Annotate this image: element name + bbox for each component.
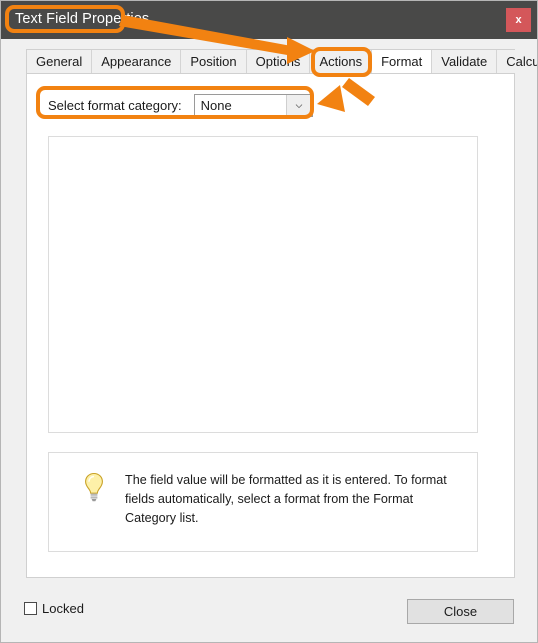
close-icon: x bbox=[515, 14, 522, 26]
format-info-text: The field value will be formatted as it … bbox=[125, 473, 447, 525]
tab-calculate[interactable]: Calculate bbox=[497, 50, 537, 73]
tab-actions[interactable]: Actions bbox=[310, 50, 373, 73]
select-format-category-row: Select format category: None bbox=[48, 94, 313, 117]
lightbulb-icon bbox=[85, 472, 103, 502]
close-button[interactable]: Close bbox=[407, 599, 514, 624]
format-category-value: None bbox=[200, 98, 232, 113]
format-options-panel bbox=[48, 136, 478, 433]
format-tab-panel: Select format category: None The field v… bbox=[26, 73, 515, 578]
chevron-down-icon bbox=[285, 95, 312, 116]
locked-checkbox[interactable] bbox=[24, 602, 37, 615]
title-bar: Text Field Properties x bbox=[1, 1, 537, 39]
format-category-dropdown[interactable]: None bbox=[193, 94, 313, 117]
close-window-button[interactable]: x bbox=[506, 8, 531, 32]
tab-validate[interactable]: Validate bbox=[432, 50, 498, 73]
tab-format[interactable]: Format bbox=[372, 50, 433, 73]
tab-appearance[interactable]: Appearance bbox=[92, 50, 182, 73]
locked-label: Locked bbox=[42, 601, 84, 616]
format-info-panel: The field value will be formatted as it … bbox=[48, 452, 478, 552]
tab-options[interactable]: Options bbox=[246, 50, 311, 73]
tab-general[interactable]: General bbox=[27, 50, 93, 73]
chevron-down-glyph bbox=[295, 103, 303, 108]
locked-checkbox-row[interactable]: Locked bbox=[24, 601, 84, 616]
tab-position[interactable]: Position bbox=[181, 50, 247, 73]
tab-strip: General Appearance Position Options Acti… bbox=[26, 49, 537, 74]
window-title: Text Field Properties bbox=[15, 11, 150, 27]
select-format-category-label: Select format category: bbox=[48, 98, 182, 113]
text-field-properties-dialog: Text Field Properties x General Appearan… bbox=[0, 0, 538, 643]
